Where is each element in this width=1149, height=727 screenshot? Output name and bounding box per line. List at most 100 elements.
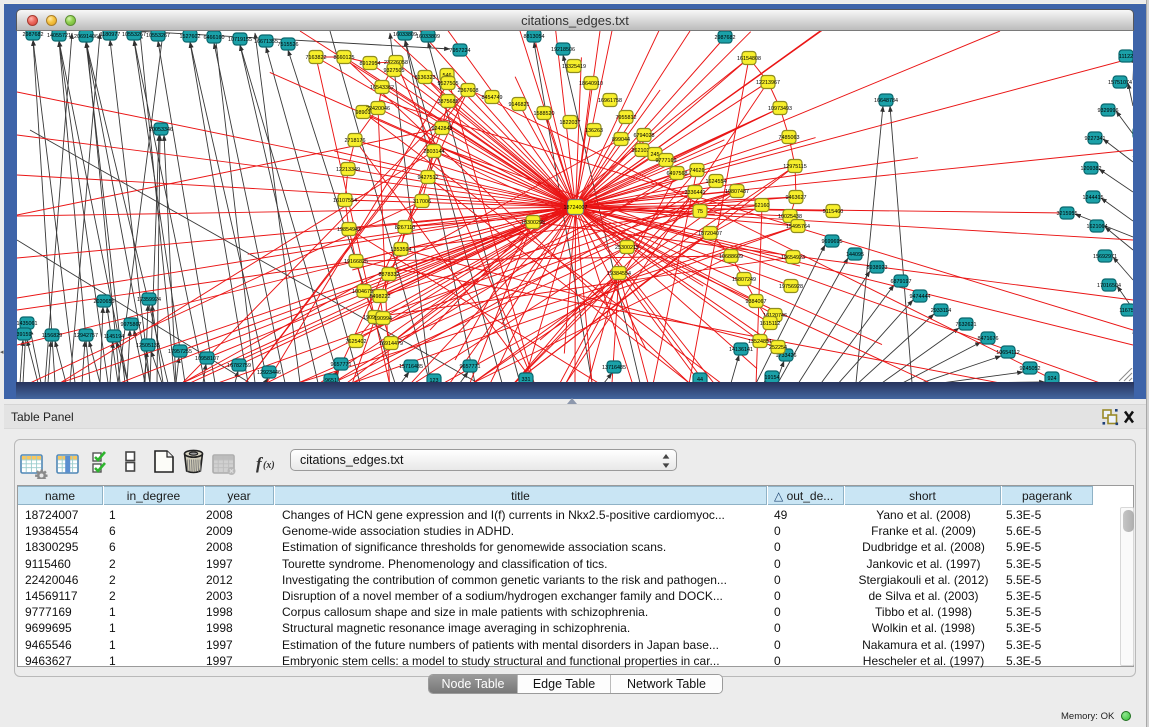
svg-text:7957224: 7957224 xyxy=(450,48,471,54)
svg-text:19384554: 19384554 xyxy=(607,271,631,277)
svg-text:18724007: 18724007 xyxy=(564,205,588,211)
svg-text:16671355: 16671355 xyxy=(254,39,278,45)
svg-text:74626: 74626 xyxy=(690,168,705,174)
svg-text:8660125: 8660125 xyxy=(334,55,355,61)
svg-text:2987682: 2987682 xyxy=(23,32,44,38)
svg-text:15807249: 15807249 xyxy=(732,277,756,283)
svg-text:9384067: 9384067 xyxy=(746,299,767,305)
svg-text:19166825: 19166825 xyxy=(344,259,368,265)
svg-text:20053346: 20053346 xyxy=(149,127,173,133)
svg-text:20691406: 20691406 xyxy=(74,34,98,40)
svg-text:13716485: 13716485 xyxy=(602,365,626,371)
svg-text:11122: 11122 xyxy=(1119,54,1133,60)
svg-text:1527602: 1527602 xyxy=(180,34,201,40)
svg-text:13325419: 13325419 xyxy=(562,64,586,70)
svg-text:9463627: 9463627 xyxy=(786,195,807,201)
svg-text:1588520: 1588520 xyxy=(534,111,555,117)
svg-text:(x): (x) xyxy=(263,460,275,471)
svg-text:1145194: 1145194 xyxy=(104,334,125,340)
svg-text:22420046: 22420046 xyxy=(366,106,390,112)
svg-text:9474444: 9474444 xyxy=(910,294,931,300)
svg-text:7955812: 7955812 xyxy=(616,115,637,121)
svg-text:1180977: 1180977 xyxy=(100,32,121,38)
svg-text:10688609: 10688609 xyxy=(719,254,743,260)
svg-text:7485063: 7485063 xyxy=(779,135,800,141)
svg-text:10553267: 10553267 xyxy=(146,33,170,39)
svg-text:12213349: 12213349 xyxy=(336,167,360,173)
svg-text:7515526: 7515526 xyxy=(278,42,299,48)
svg-text:144095: 144095 xyxy=(846,252,864,258)
svg-text:17016504: 17016504 xyxy=(1097,283,1121,289)
svg-text:924: 924 xyxy=(1048,376,1057,382)
svg-text:190994: 190994 xyxy=(374,316,392,322)
svg-text:1615112: 1615112 xyxy=(760,321,781,327)
svg-text:8938923: 8938923 xyxy=(867,265,888,271)
svg-text:9115460: 9115460 xyxy=(823,209,844,215)
svg-text:8136323: 8136323 xyxy=(415,75,436,81)
svg-text:12213967: 12213967 xyxy=(756,80,780,86)
svg-text:7632621: 7632621 xyxy=(956,322,977,328)
svg-text:2933114: 2933114 xyxy=(931,308,952,314)
svg-text:10719155: 10719155 xyxy=(228,37,252,43)
svg-text:3215955: 3215955 xyxy=(1057,211,1078,217)
svg-text:9777169: 9777169 xyxy=(656,158,677,164)
svg-text:10973493: 10973493 xyxy=(768,106,792,112)
svg-text:19854942: 19854942 xyxy=(337,227,361,233)
svg-text:2367608: 2367608 xyxy=(458,88,479,94)
svg-text:18300295: 18300295 xyxy=(521,220,545,226)
svg-text:9227341: 9227341 xyxy=(1085,136,1106,142)
svg-text:8878332: 8878332 xyxy=(379,272,400,278)
svg-text:16648784: 16648784 xyxy=(874,98,898,104)
svg-text:8454749: 8454749 xyxy=(482,95,503,101)
svg-text:19756928: 19756928 xyxy=(779,284,803,290)
svg-text:8471676: 8471676 xyxy=(978,336,999,342)
svg-text:25300215: 25300215 xyxy=(615,245,639,251)
svg-text:17359924: 17359924 xyxy=(137,297,161,303)
svg-text:10807487: 10807487 xyxy=(725,189,749,195)
svg-text:10654112: 10654112 xyxy=(996,350,1020,356)
svg-text:12975115: 12975115 xyxy=(783,164,807,170)
svg-text:44: 44 xyxy=(697,377,703,382)
svg-text:14055721: 14055721 xyxy=(47,33,71,39)
svg-text:1244415: 1244415 xyxy=(1083,195,1104,201)
svg-text:123: 123 xyxy=(430,378,439,382)
svg-text:9527505: 9527505 xyxy=(438,81,459,87)
svg-text:9242848: 9242848 xyxy=(432,126,453,132)
svg-text:10553267: 10553267 xyxy=(122,32,146,38)
svg-text:2718176: 2718176 xyxy=(345,138,366,144)
svg-text:8813054: 8813054 xyxy=(524,34,545,40)
svg-text:252254: 252254 xyxy=(769,345,787,351)
svg-text:1624554: 1624554 xyxy=(706,179,727,185)
svg-text:62160: 62160 xyxy=(755,203,770,209)
svg-text:1822037: 1822037 xyxy=(560,120,581,126)
svg-text:2987682: 2987682 xyxy=(715,35,736,41)
svg-text:15751074: 15751074 xyxy=(1108,80,1132,86)
svg-text:17957255: 17957255 xyxy=(168,349,192,355)
svg-text:16914479: 16914479 xyxy=(379,341,403,347)
svg-text:16154808: 16154808 xyxy=(737,56,761,62)
svg-text:9329996: 9329996 xyxy=(1098,108,1119,114)
svg-text:39159: 39159 xyxy=(17,332,32,338)
svg-text:1621064: 1621064 xyxy=(1087,224,1108,230)
svg-text:899044: 899044 xyxy=(612,137,630,143)
svg-text:1353594: 1353594 xyxy=(391,247,412,253)
svg-text:136263: 136263 xyxy=(585,128,603,134)
svg-text:15716485: 15716485 xyxy=(399,364,423,370)
svg-text:16543362: 16543362 xyxy=(370,85,394,91)
svg-text:12942757: 12942757 xyxy=(74,333,98,339)
svg-text:8912954: 8912954 xyxy=(360,61,381,67)
svg-text:331: 331 xyxy=(522,377,531,382)
svg-text:1435061: 1435061 xyxy=(17,321,38,327)
svg-text:16782759: 16782759 xyxy=(227,363,251,369)
svg-text:14136141: 14136141 xyxy=(729,347,753,353)
svg-text:16033809: 16033809 xyxy=(393,32,417,38)
svg-text:16107554: 16107554 xyxy=(333,198,357,204)
svg-text:6497568: 6497568 xyxy=(667,171,688,177)
svg-text:116753: 116753 xyxy=(1119,308,1133,314)
svg-text:18720407: 18720407 xyxy=(698,231,722,237)
svg-text:317006: 317006 xyxy=(413,199,431,205)
svg-text:5498222: 5498222 xyxy=(370,294,391,300)
svg-text:9657771: 9657771 xyxy=(460,364,481,370)
svg-text:9975867: 9975867 xyxy=(121,322,142,328)
svg-text:1209382: 1209382 xyxy=(1081,166,1102,172)
